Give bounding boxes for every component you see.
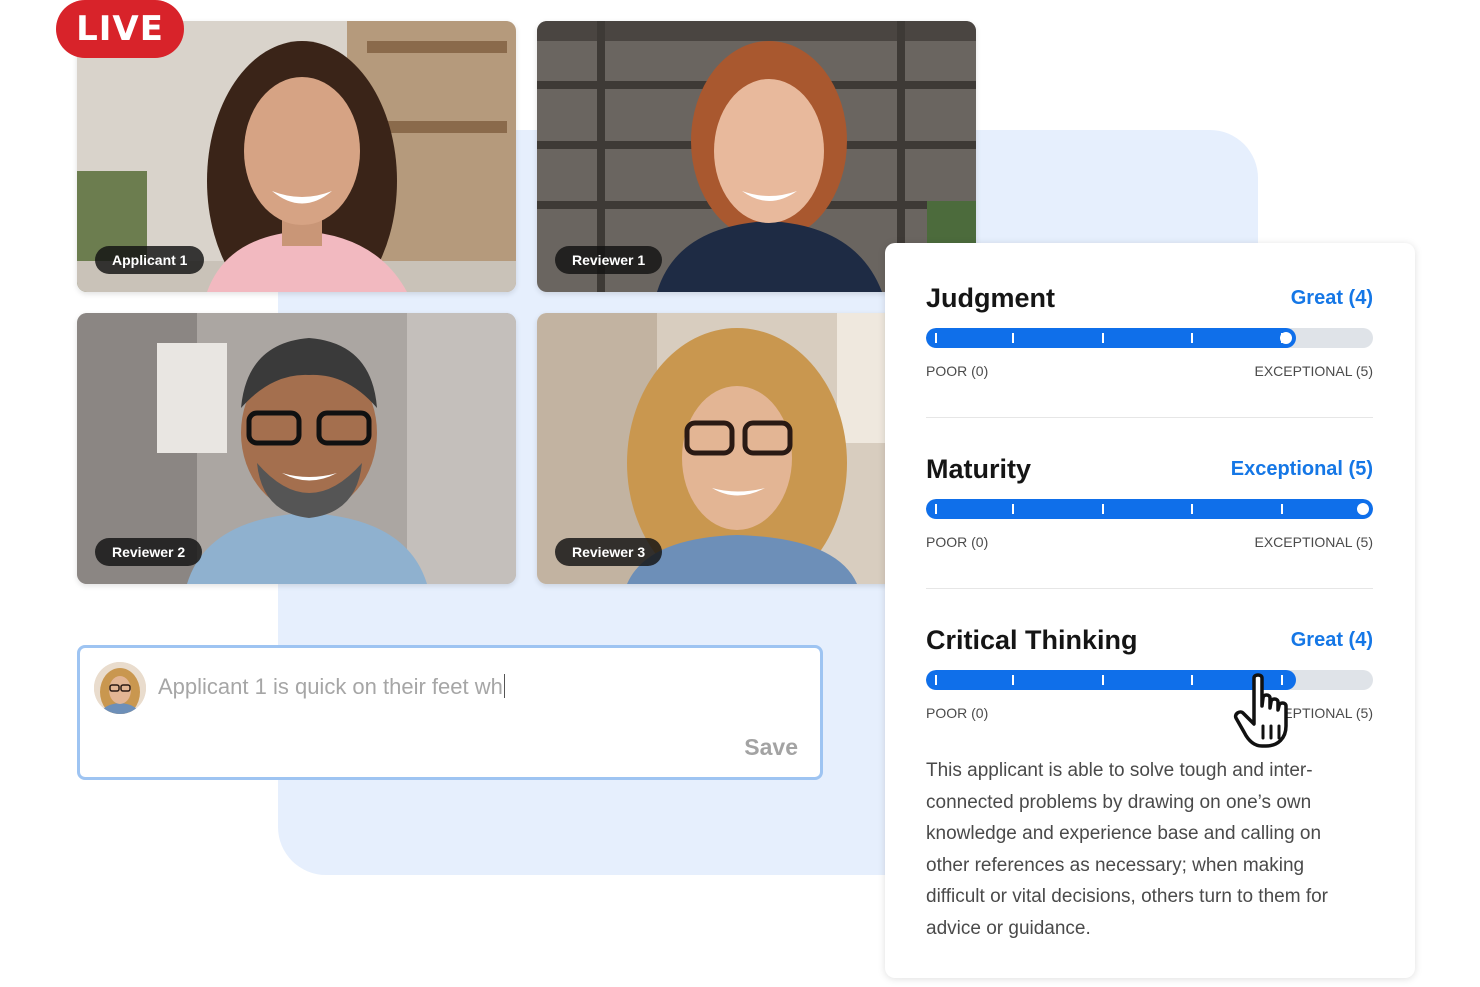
criterion-description: This applicant is able to solve tough an… — [926, 760, 1328, 939]
slider-tick — [1281, 504, 1283, 514]
slider-tick — [935, 504, 937, 514]
divider — [926, 588, 1373, 589]
slider-tick — [1102, 333, 1104, 343]
criterion-title: Critical Thinking — [926, 625, 1138, 655]
criterion-title: Judgment — [926, 283, 1056, 313]
comment-box: Applicant 1 is quick on their feet wh Sa… — [77, 645, 823, 780]
slider-tick — [1191, 504, 1193, 514]
participant-name-label: Reviewer 3 — [555, 538, 663, 566]
slider-tick — [1012, 504, 1014, 514]
slider-fill — [926, 328, 1296, 348]
slider-tick — [1191, 333, 1193, 343]
slider-handle[interactable] — [1280, 332, 1292, 344]
slider-tick — [1102, 504, 1104, 514]
divider — [926, 417, 1373, 418]
save-button[interactable]: Save — [744, 734, 798, 761]
participant-name-label: Reviewer 1 — [555, 246, 663, 274]
rating-card: Judgment Great (4) POOR (0) EXCEPTIONAL … — [885, 243, 1415, 978]
live-badge: LIVE — [56, 0, 184, 58]
criterion-score-label: Great (4) — [1290, 629, 1373, 651]
criterion-title: Maturity — [926, 454, 1032, 484]
avatar — [94, 662, 146, 714]
participant-name-label: Applicant 1 — [95, 246, 205, 274]
scale-min-label: POOR (0) — [926, 705, 989, 721]
criterion-score-label: Exceptional (5) — [1230, 458, 1373, 480]
slider-tick — [1102, 675, 1104, 685]
scale-min-label: POOR (0) — [926, 534, 989, 550]
criterion-judgment: Judgment Great (4) POOR (0) EXCEPTIONAL … — [926, 283, 1373, 379]
video-tile-reviewer-2[interactable]: Reviewer 2 — [77, 313, 516, 584]
slider-fill — [926, 499, 1373, 519]
slider-tick — [935, 675, 937, 685]
scale-min-label: POOR (0) — [926, 363, 989, 379]
criterion-critical-thinking: Critical Thinking Great (4) POOR (0) EXC… — [926, 625, 1373, 721]
scale-max-label: EXCEPTIONAL (5) — [1254, 534, 1373, 550]
slider-handle[interactable] — [1357, 503, 1369, 515]
criterion-score-label: Great (4) — [1290, 287, 1373, 309]
video-tile-applicant-1[interactable]: Applicant 1 — [77, 21, 516, 292]
slider-tick — [935, 333, 937, 343]
comment-input-text: Applicant 1 is quick on their feet wh — [158, 674, 503, 699]
criterion-maturity: Maturity Exceptional (5) POOR (0) EXCEPT… — [926, 454, 1373, 550]
rating-slider[interactable] — [926, 328, 1373, 348]
participant-name-label: Reviewer 2 — [95, 538, 203, 566]
scale-max-label: EXCEPTIONAL (5) — [1254, 363, 1373, 379]
rating-slider[interactable] — [926, 499, 1373, 519]
text-caret — [503, 674, 505, 698]
slider-tick — [1012, 333, 1014, 343]
slider-tick — [1191, 675, 1193, 685]
hand-pointer-icon — [1233, 673, 1288, 748]
comment-input[interactable]: Applicant 1 is quick on their feet wh — [158, 674, 758, 700]
slider-tick — [1012, 675, 1014, 685]
